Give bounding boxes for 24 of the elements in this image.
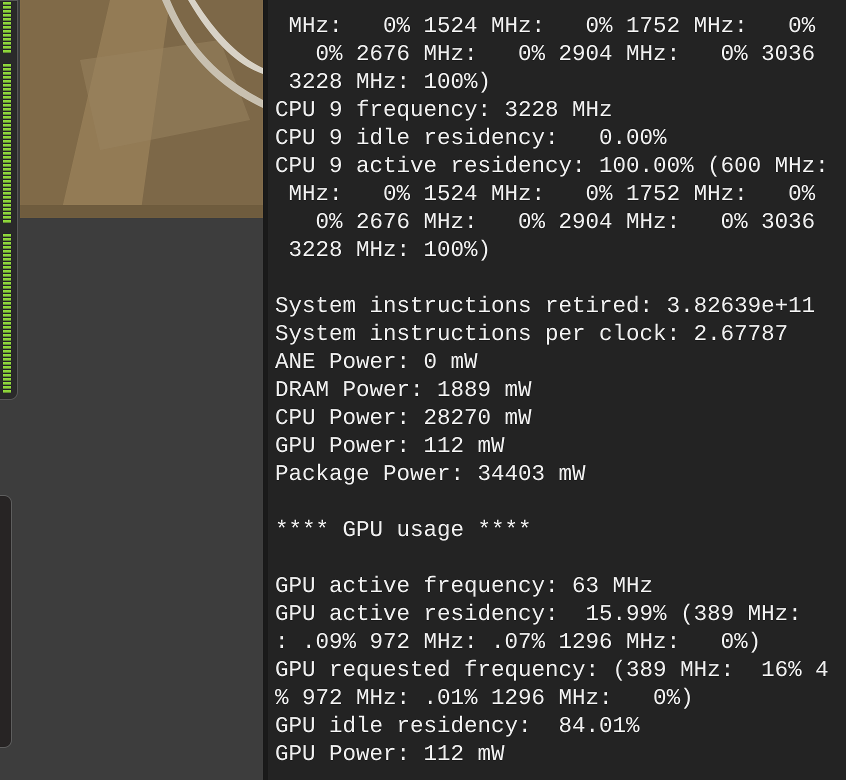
terminal-line: % 972 MHz: .01% 1296 MHz: 0%)	[275, 684, 694, 712]
terminal-line: CPU 9 frequency: 3228 MHz	[275, 96, 613, 124]
terminal-line: GPU active residency: 15.99% (389 MHz:	[275, 600, 802, 628]
terminal-line: ANE Power: 0 mW	[275, 348, 478, 376]
terminal-line: CPU 9 active residency: 100.00% (600 MHz:	[275, 152, 829, 180]
terminal-line: DRAM Power: 1889 mW	[275, 376, 532, 404]
terminal-line: GPU requested frequency: (389 MHz: 16% 4	[275, 656, 829, 684]
terminal-line: **** GPU usage ****	[275, 516, 532, 544]
terminal-line: System instructions retired: 3.82639e+11	[275, 292, 816, 320]
terminal-line: 3228 MHz: 100%)	[288, 236, 492, 264]
terminal-line: CPU 9 idle residency: 0.00%	[275, 124, 667, 152]
terminal-line: GPU Power: 112 mW	[275, 432, 505, 460]
terminal-line: Package Power: 34403 mW	[275, 460, 586, 488]
terminal-line: : .09% 972 MHz: .07% 1296 MHz: 0%)	[275, 628, 762, 656]
terminal-line: GPU idle residency: 84.01%	[275, 712, 640, 740]
terminal-line: MHz: 0% 1524 MHz: 0% 1752 MHz: 0%	[288, 12, 816, 40]
terminal-line: 3228 MHz: 100%)	[288, 68, 492, 96]
terminal-line: 0% 2676 MHz: 0% 2904 MHz: 0% 3036	[314, 40, 816, 68]
terminal-line: GPU Power: 112 mW	[275, 740, 505, 768]
terminal-line: 0% 2676 MHz: 0% 2904 MHz: 0% 3036	[314, 208, 816, 236]
terminal-line: System instructions per clock: 2.67787	[275, 320, 788, 348]
terminal-line: CPU Power: 28270 mW	[275, 404, 532, 432]
terminal-line: GPU active frequency: 63 MHz	[275, 572, 654, 600]
terminal-line: MHz: 0% 1524 MHz: 0% 1752 MHz: 0%	[288, 180, 816, 208]
